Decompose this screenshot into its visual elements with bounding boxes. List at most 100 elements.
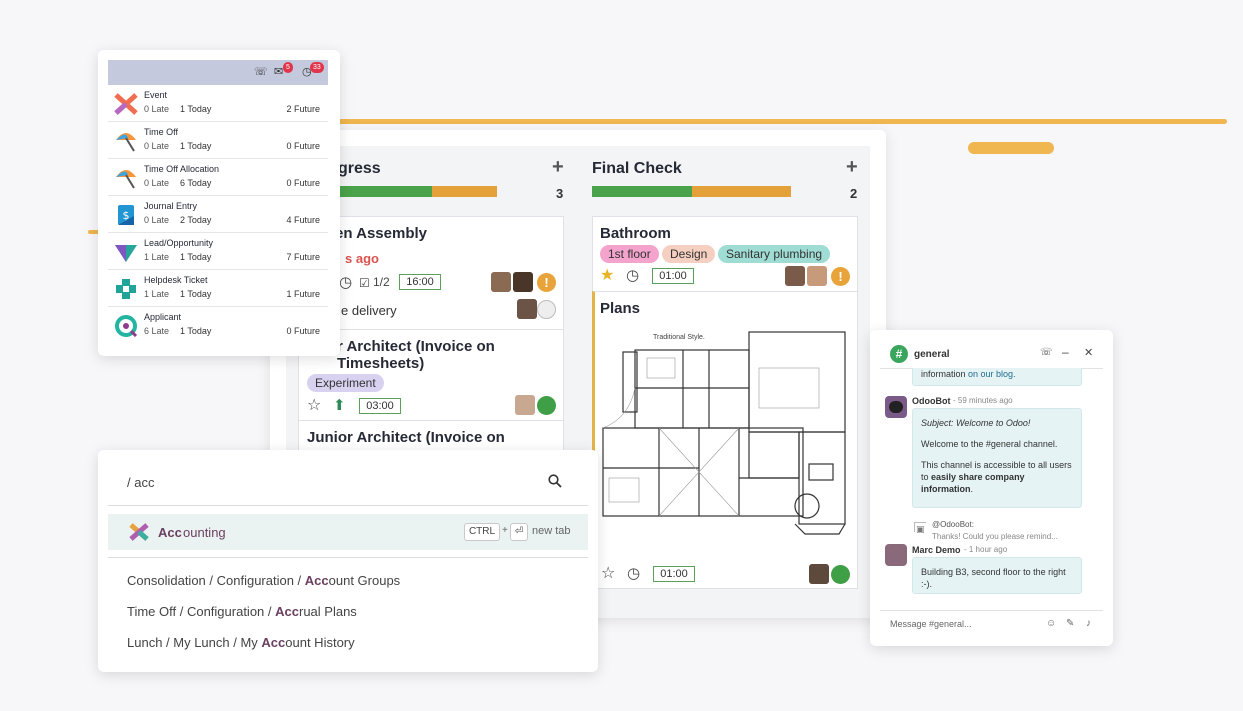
planned-time: 01:00 [653,566,695,582]
activity-late: 1 Late [144,252,170,262]
user-avatar[interactable] [885,544,907,566]
blog-link[interactable]: on our blog. [968,369,1016,379]
chat-badge: 5 [283,62,293,73]
activity-row-time-off[interactable]: Time Off 0 Late 1 Today 0 Future [108,122,328,159]
result-path: Time Off / Configuration / [127,604,276,619]
result-accrual-plans[interactable]: Time Off / Configuration / Accrual Plans [127,604,357,619]
activity-row-time-off-allocation[interactable]: Time Off Allocation 0 Late 6 Today 0 Fut… [108,159,328,196]
activity-future: 7 Future [286,252,320,262]
activity-late: 0 Late [144,178,170,188]
checklist-count: 1/2 [373,275,390,289]
card-title: Plans [600,300,641,317]
tag-1st-floor[interactable]: 1st floor [600,245,659,263]
add-card-icon[interactable]: + [846,156,858,179]
reply-author[interactable]: @OdooBot: [932,520,974,529]
avatar[interactable] [785,266,805,286]
result-path: Lunch / My Lunch / My [127,635,262,650]
command-search-input[interactable]: / acc [127,475,154,490]
search-icon[interactable] [548,474,562,488]
card-title: Bathroom [600,225,671,242]
tag-design[interactable]: Design [662,245,716,263]
activity-today: 1 Today [180,326,212,336]
activity-row-journal-entry[interactable]: $ Journal Entry 0 Late 2 Today 4 Future [108,196,328,233]
odoobot-avatar[interactable] [885,396,907,418]
floorplan-image[interactable] [599,328,851,536]
kanban-card[interactable]: Bathroom 1st floor Design Sanitary plumb… [592,216,858,292]
time-off-allocation-icon [116,170,136,189]
lead-icon [115,245,137,262]
clock-icon[interactable]: ◷ [339,275,352,291]
kanban-card[interactable]: Plans Traditional Style. ☆ ◷ 01:00 [592,291,858,589]
activity-today: 1 Today [180,252,212,262]
tag-experiment[interactable]: Experiment [307,374,384,392]
decor-stroke-short [968,142,1054,154]
kbd-plus: + [502,525,508,536]
activity-panel: ☏ ✉ 5 ◷ 33 Event 0 Late 1 Today 2 Future… [98,50,340,356]
hashtag-icon: # [890,345,908,363]
clock-icon[interactable]: ◷ [626,268,639,284]
activity-today: 2 Today [180,215,212,225]
activity-name: Helpdesk Ticket [144,275,208,285]
star-icon[interactable]: ☆ [307,398,321,414]
phone-icon[interactable]: ☏ [254,65,268,78]
avatar[interactable] [807,266,827,286]
minimize-icon[interactable]: – [1062,345,1069,359]
reply-snippet[interactable]: Thanks! Could you please remind... [932,532,1058,541]
accounting-icon [129,523,149,541]
avatar[interactable] [513,272,533,292]
result-match: Acc [158,525,182,540]
avatar[interactable] [515,395,535,415]
warning-icon[interactable]: ! [537,273,556,292]
column-progress-bar[interactable] [592,186,791,197]
status-dot[interactable] [537,396,556,415]
emoji-icon[interactable]: ☺ [1046,618,1056,629]
systray-bar: ☏ ✉ 5 ◷ 33 [108,60,328,85]
close-icon[interactable]: ✕ [1084,346,1093,359]
card-title: r Architect (Invoice on Timesheets) [337,338,495,372]
activity-row-applicant[interactable]: Applicant 6 Late 1 Today 0 Future [108,307,328,344]
microphone-icon[interactable]: ♪ [1086,618,1091,629]
avatar[interactable] [809,564,829,584]
checklist-icon[interactable]: ☑ [359,275,370,291]
avatar[interactable] [491,272,511,292]
result-match: Acc [261,635,286,650]
status-dot[interactable] [831,565,850,584]
column-title-final-check: Final Check [592,160,682,177]
result-match: Acc [275,604,299,619]
avatar[interactable] [517,299,537,319]
planned-time: 03:00 [359,398,401,414]
attachment-icon[interactable]: ✎ [1066,618,1074,629]
column-count: 2 [850,186,858,201]
star-icon[interactable]: ☆ [601,566,615,582]
activity-name: Event [144,90,168,100]
time-off-icon [116,133,136,152]
activity-today: 1 Today [180,289,212,299]
author-name[interactable]: OdooBot [912,396,951,406]
warning-icon[interactable]: ! [831,267,850,286]
result-account-history[interactable]: Lunch / My Lunch / My Account History [127,635,355,650]
helpdesk-icon [116,279,136,299]
upload-icon[interactable]: ⬆ [333,398,346,414]
message-input[interactable]: Message #general... [890,619,972,629]
star-filled-icon[interactable]: ★ [600,268,614,284]
activity-late: 6 Late [144,326,170,336]
status-dot[interactable] [537,300,556,319]
chat-icon[interactable]: ✉ [274,65,283,78]
author-name[interactable]: Marc Demo [912,545,961,555]
phone-icon[interactable]: ☏ [1040,347,1053,358]
svg-text:$: $ [123,209,130,222]
result-accounting[interactable]: Acc ounting CTRL + ⏎ new tab [108,514,588,550]
activity-late: 1 Late [144,289,170,299]
kbd-enter: ⏎ [510,523,528,541]
activity-row-lead-opportunity[interactable]: Lead/Opportunity 1 Late 1 Today 7 Future [108,233,328,270]
activity-row-event[interactable]: Event 0 Late 1 Today 2 Future [108,85,328,122]
message-bubble: information on our blog. [912,368,1082,386]
tag-sanitary-plumbing[interactable]: Sanitary plumbing [718,245,831,263]
activity-future: 0 Future [286,326,320,336]
clock-icon[interactable]: ◷ [627,566,640,582]
activity-future: 2 Future [286,104,320,114]
add-card-icon[interactable]: + [552,156,564,179]
activity-row-helpdesk-ticket[interactable]: Helpdesk Ticket 1 Late 1 Today 1 Future [108,270,328,307]
activity-summary: e delivery [341,303,397,318]
result-account-groups[interactable]: Consolidation / Configuration / Account … [127,573,400,588]
